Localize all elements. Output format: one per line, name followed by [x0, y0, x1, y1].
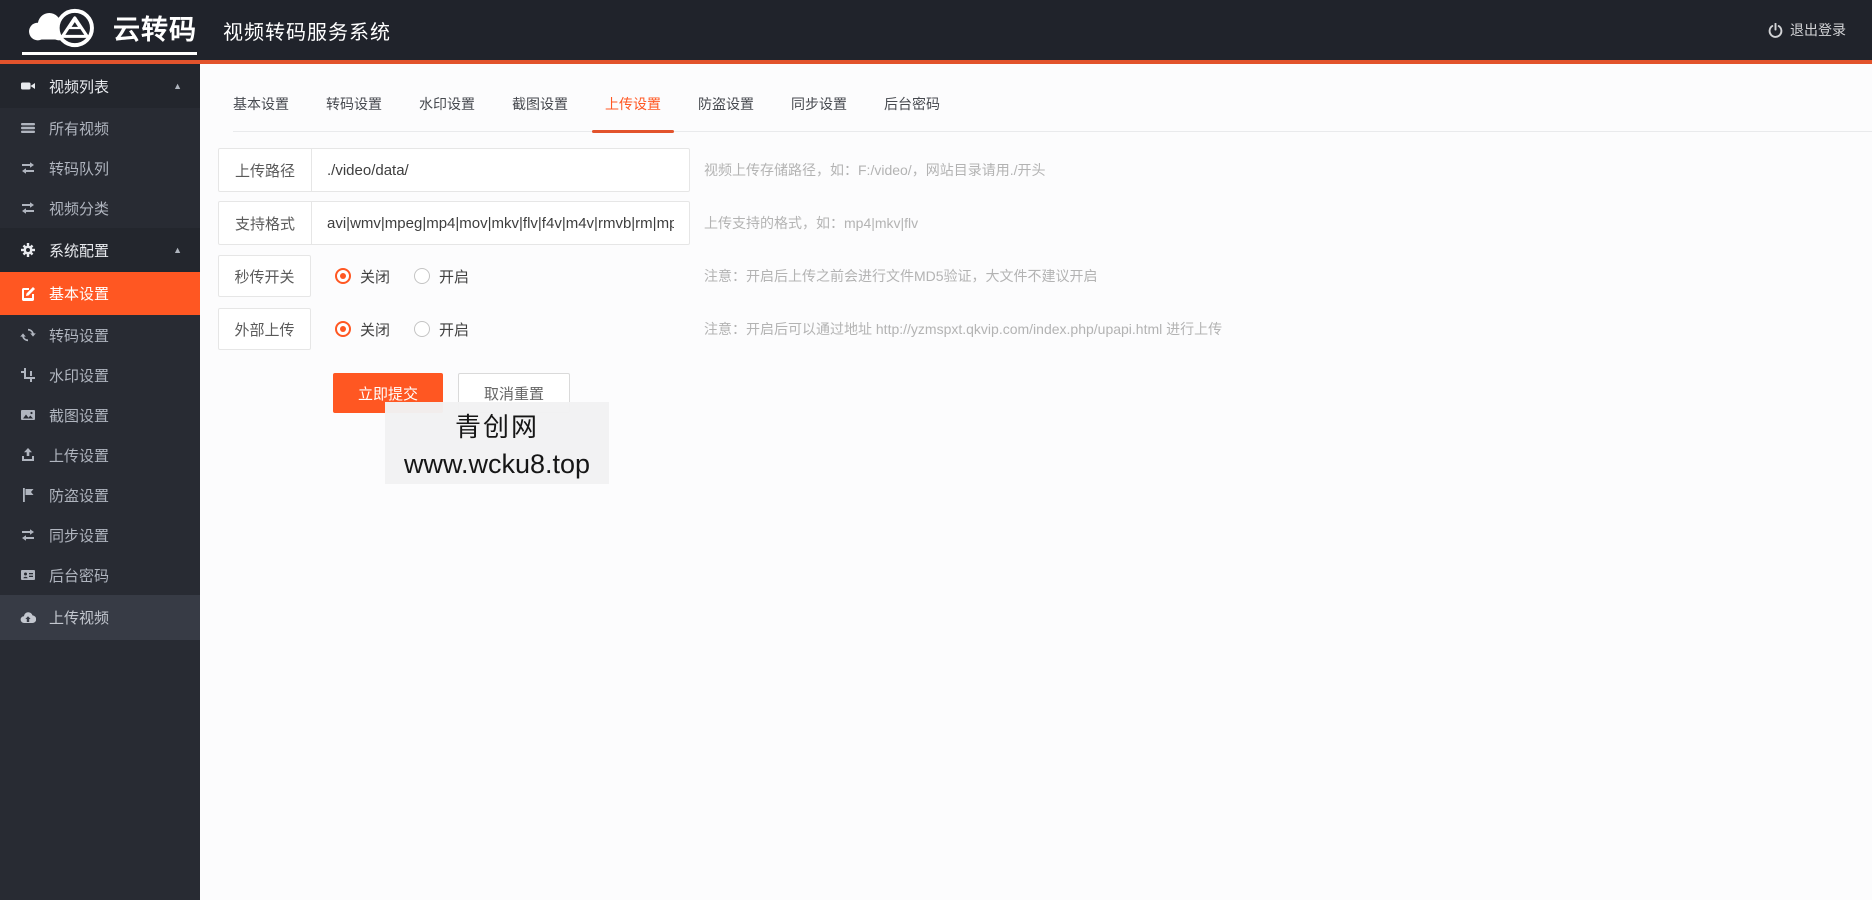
sidebar-item-all-videos[interactable]: 所有视频 — [0, 108, 200, 148]
sidebar-item-upload-settings[interactable]: 上传设置 — [0, 435, 200, 475]
field-label: 上传路径 — [219, 149, 312, 191]
sidebar-item-label: 截图设置 — [49, 407, 110, 425]
topbar: 云转码 视频转码服务系统 退出登录 — [0, 0, 1872, 60]
sidebar-item-label: 防盗设置 — [49, 487, 110, 505]
sidebar-item-label: 转码设置 — [49, 327, 110, 345]
form-row-supported-formats: 支持格式 上传支持的格式，如：mp4|mkv|flv — [218, 201, 1872, 245]
radio-label: 关闭 — [360, 321, 391, 339]
sidebar: 视频列表 ▲ 所有视频 转码队列 视频分类 系统配置 ▲ 基本设置 转码设置 水… — [0, 64, 200, 900]
sidebar-item-label: 后台密码 — [49, 567, 110, 585]
tab-screenshot-settings[interactable]: 截图设置 — [512, 94, 568, 131]
sidebar-item-admin-password[interactable]: 后台密码 — [0, 555, 200, 595]
radio-option-close[interactable]: 关闭 — [335, 266, 390, 287]
form-row-external-upload: 外部上传 关闭 开启 注意：开启后可以通过地址 http://yzmspxt.q… — [218, 307, 1872, 351]
field-label: 秒传开关 — [218, 255, 311, 297]
sidebar-item-video-category[interactable]: 视频分类 — [0, 188, 200, 228]
sidebar-item-screenshot-settings[interactable]: 截图设置 — [0, 395, 200, 435]
radio-label: 开启 — [439, 268, 470, 286]
supported-formats-input[interactable] — [312, 202, 689, 244]
watermark: 青创网 www.wcku8.top — [385, 402, 609, 484]
sidebar-item-label: 上传设置 — [49, 447, 110, 465]
field-hint: 上传支持的格式，如：mp4|mkv|flv — [704, 215, 919, 231]
sidebar-item-label: 基本设置 — [49, 286, 110, 303]
sidebar-item-upload-video[interactable]: 上传视频 — [0, 595, 200, 640]
radio-option-open[interactable]: 开启 — [414, 266, 469, 287]
sidebar-item-label: 同步设置 — [49, 527, 110, 545]
sidebar-item-label: 上传视频 — [49, 610, 110, 627]
settings-tabs: 基本设置 转码设置 水印设置 截图设置 上传设置 防盗设置 同步设置 后台密码 — [233, 94, 1872, 133]
sidebar-item-label: 视频分类 — [49, 200, 110, 218]
app-logo[interactable]: 云转码 — [22, 6, 197, 55]
sidebar-item-label: 所有视频 — [49, 120, 110, 138]
image-icon — [21, 410, 35, 420]
sidebar-item-antileech-settings[interactable]: 防盗设置 — [0, 475, 200, 515]
upload-path-input[interactable] — [312, 149, 689, 191]
edit-icon — [22, 286, 35, 301]
sidebar-item-transcode-queue[interactable]: 转码队列 — [0, 148, 200, 188]
tab-antileech-settings[interactable]: 防盗设置 — [698, 94, 754, 131]
page-title: 视频转码服务系统 — [223, 21, 391, 44]
chevron-up-icon: ▲ — [173, 245, 182, 255]
chevron-up-icon: ▲ — [173, 81, 182, 91]
radio-label: 关闭 — [360, 268, 391, 286]
watermark-line1: 青创网 — [454, 411, 539, 442]
gear-icon — [21, 243, 35, 257]
swap-arrows-icon — [22, 162, 34, 174]
id-card-icon — [21, 570, 35, 580]
sidebar-group-system-config[interactable]: 系统配置 ▲ — [0, 228, 200, 272]
logout-label: 退出登录 — [1790, 22, 1846, 38]
main-content: 基本设置 转码设置 水印设置 截图设置 上传设置 防盗设置 同步设置 后台密码 … — [200, 64, 1872, 900]
radio-option-close[interactable]: 关闭 — [335, 319, 390, 340]
radio-checked-icon — [335, 268, 351, 284]
tab-upload-settings[interactable]: 上传设置 — [592, 94, 674, 133]
sidebar-item-label: 转码队列 — [49, 160, 110, 178]
watermark-line2: www.wcku8.top — [403, 448, 591, 479]
field-hint: 视频上传存储路径，如：F:/video/，网站目录请用./开头 — [704, 162, 1046, 178]
sidebar-item-basic-settings[interactable]: 基本设置 — [0, 272, 200, 315]
radio-label: 开启 — [439, 321, 470, 339]
video-camera-icon — [21, 82, 35, 90]
sidebar-group-video-list[interactable]: 视频列表 ▲ — [0, 64, 200, 108]
loop-icon — [20, 328, 36, 342]
form-row-instant-upload-switch: 秒传开关 关闭 开启 注意：开启后上传之前会进行文件MD5验证，大文件不建议开启 — [218, 254, 1872, 298]
tab-watermark-settings[interactable]: 水印设置 — [419, 94, 475, 131]
tab-admin-password[interactable]: 后台密码 — [884, 94, 940, 131]
radio-unchecked-icon — [414, 268, 431, 284]
tab-basic-settings[interactable]: 基本设置 — [233, 94, 289, 131]
field-hint: 注意：开启后上传之前会进行文件MD5验证，大文件不建议开启 — [704, 268, 1098, 284]
swap-arrows-icon — [22, 529, 34, 541]
upload-icon — [22, 448, 34, 461]
sidebar-item-label: 水印设置 — [49, 367, 110, 385]
radio-unchecked-icon — [414, 321, 431, 337]
power-icon — [1768, 22, 1783, 38]
sidebar-item-watermark-settings[interactable]: 水印设置 — [0, 355, 200, 395]
field-label: 外部上传 — [218, 308, 311, 350]
logo-text: 云转码 — [113, 14, 197, 45]
sidebar-group-label: 视频列表 — [49, 78, 110, 96]
flag-icon — [23, 488, 34, 502]
tab-transcode-settings[interactable]: 转码设置 — [326, 94, 382, 131]
cloud-upload-icon — [20, 611, 36, 623]
cloud-transcode-logo-icon — [29, 8, 94, 47]
swap-arrows-icon — [22, 202, 34, 214]
supported-formats-group: 支持格式 — [218, 201, 690, 245]
upload-settings-form: 上传路径 视频上传存储路径，如：F:/video/，网站目录请用./开头 支持格… — [218, 148, 1872, 413]
radio-checked-icon — [335, 321, 351, 337]
sidebar-group-label: 系统配置 — [49, 242, 110, 260]
list-icon — [21, 123, 35, 133]
sidebar-item-transcode-settings[interactable]: 转码设置 — [0, 315, 200, 355]
form-row-upload-path: 上传路径 视频上传存储路径，如：F:/video/，网站目录请用./开头 — [218, 148, 1872, 192]
tab-sync-settings[interactable]: 同步设置 — [791, 94, 847, 131]
sidebar-item-sync-settings[interactable]: 同步设置 — [0, 515, 200, 555]
field-label: 支持格式 — [219, 202, 312, 244]
upload-path-group: 上传路径 — [218, 148, 690, 192]
field-hint: 注意：开启后可以通过地址 http://yzmspxt.qkvip.com/in… — [704, 321, 1223, 337]
crop-icon — [21, 368, 35, 382]
radio-option-open[interactable]: 开启 — [414, 319, 469, 340]
logout-button[interactable]: 退出登录 — [1768, 20, 1846, 40]
